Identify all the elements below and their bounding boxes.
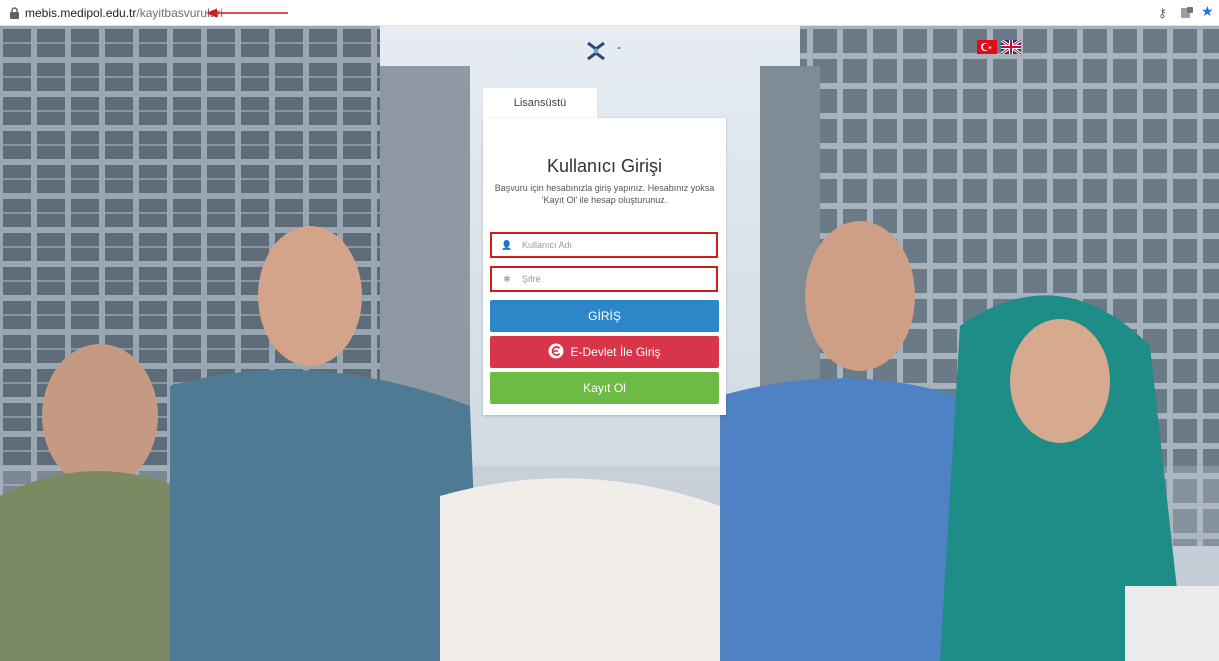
- university-logo-icon[interactable]: [582, 37, 610, 65]
- user-icon: 👤: [501, 240, 513, 250]
- password-input[interactable]: [522, 268, 716, 290]
- username-input[interactable]: [522, 234, 716, 256]
- extension-icon[interactable]: [1180, 6, 1194, 19]
- lock-icon[interactable]: [9, 7, 20, 19]
- uk-flag-icon[interactable]: [1000, 38, 1022, 56]
- star-icon[interactable]: ★: [1201, 3, 1214, 20]
- annotation-arrow-icon: [206, 8, 288, 18]
- edevlet-button-label: E-Devlet İle Giriş: [570, 345, 661, 359]
- login-title: Kullanıcı Girişi: [546, 156, 663, 176]
- username-field[interactable]: 👤: [490, 232, 718, 258]
- register-button-label: Kayıt Ol: [583, 381, 626, 395]
- login-button-label: GİRİŞ: [588, 309, 621, 323]
- edevlet-icon: [548, 343, 564, 359]
- tab-lisansustu[interactable]: Lisansüstü: [483, 88, 597, 118]
- url-host: mebis.medipol.edu.tr: [25, 6, 137, 20]
- key-icon[interactable]: ⚷: [1158, 6, 1167, 20]
- address-url[interactable]: mebis.medipol.edu.tr/kayitbasvurulari: [25, 6, 223, 20]
- tr-flag-icon[interactable]: [977, 40, 997, 54]
- asterisk-icon: ✱: [503, 274, 511, 284]
- password-field[interactable]: ✱: [490, 266, 718, 292]
- browser-address-bar: mebis.medipol.edu.tr/kayitbasvurulari ⚷ …: [0, 0, 1219, 26]
- login-card: Kullanıcı Girişi Başvuru için hesabınızl…: [483, 118, 726, 415]
- login-subtitle: Başvuru için hesabınızla giriş yapınız. …: [494, 183, 715, 205]
- edevlet-login-button[interactable]: E-Devlet İle Giriş: [490, 336, 719, 368]
- register-button[interactable]: Kayıt Ol: [490, 372, 719, 404]
- logo-suffix: -: [617, 40, 621, 54]
- login-button[interactable]: GİRİŞ: [490, 300, 719, 332]
